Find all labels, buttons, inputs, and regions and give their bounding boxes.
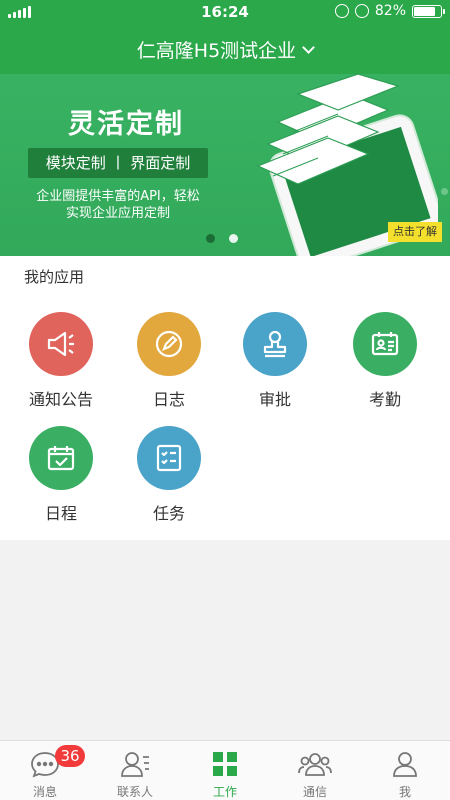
unread-badge: 36 — [55, 745, 85, 767]
id-card-icon — [353, 312, 417, 376]
calendar-check-icon — [29, 426, 93, 490]
orientation-lock-icon — [334, 4, 349, 18]
tab-work[interactable]: 工作 — [180, 741, 270, 800]
app-approval[interactable]: 审批 — [230, 312, 320, 410]
tab-me[interactable]: 我 — [360, 741, 450, 800]
tab-contacts[interactable]: 联系人 — [90, 741, 180, 800]
battery-icon — [412, 4, 445, 18]
chevron-down-icon — [302, 40, 316, 54]
battery-percent: 82% — [374, 3, 406, 19]
page-title: 仁高隆H5测试企业 — [136, 40, 297, 62]
carousel-indicator — [206, 234, 238, 243]
promo-banner[interactable]: 灵活定制 模块定制 丨 界面定制 企业圈提供丰富的API，轻松 实现企业应用定制… — [0, 74, 450, 256]
app-task[interactable]: 任务 — [124, 426, 214, 524]
app-log[interactable]: 日志 — [124, 312, 214, 410]
carousel-dot-active[interactable] — [206, 234, 215, 243]
tab-communication[interactable]: 通信 — [270, 741, 360, 800]
app-attendance[interactable]: 考勤 — [340, 312, 430, 410]
status-bar: 16:24 82% — [0, 0, 450, 24]
alarm-icon — [354, 4, 369, 18]
stamp-icon — [243, 312, 307, 376]
carousel-edge-dot — [441, 188, 448, 195]
tab-messages[interactable]: 消息 36 — [0, 741, 90, 800]
banner-description: 企业圈提供丰富的API，轻松 实现企业应用定制 — [36, 189, 200, 221]
banner-tag: 模块定制 丨 界面定制 — [28, 148, 208, 178]
section-title: 我的应用 — [24, 268, 85, 286]
carousel-dot[interactable] — [229, 234, 238, 243]
checklist-icon — [137, 426, 201, 490]
company-switcher[interactable]: 仁高隆H5测试企业 — [0, 36, 450, 63]
app-notice[interactable]: 通知公告 — [16, 312, 106, 410]
grid-icon — [180, 749, 270, 779]
learn-more-button[interactable]: 点击了解 — [388, 222, 442, 242]
top-bar: 16:24 82% 仁高隆H5测试企业 — [0, 0, 450, 74]
app-schedule[interactable]: 日程 — [16, 426, 106, 524]
group-icon — [270, 749, 360, 779]
pencil-icon — [137, 312, 201, 376]
person-icon — [360, 749, 450, 779]
contacts-icon — [90, 749, 180, 779]
my-apps-section: 我的应用 通知公告 日志 审批 考勤 日程 任务 — [0, 256, 450, 540]
banner-title: 灵活定制 — [68, 109, 184, 140]
megaphone-icon — [29, 312, 93, 376]
bottom-tab-bar: 消息 36 联系人 工作 通信 我 — [0, 740, 450, 800]
